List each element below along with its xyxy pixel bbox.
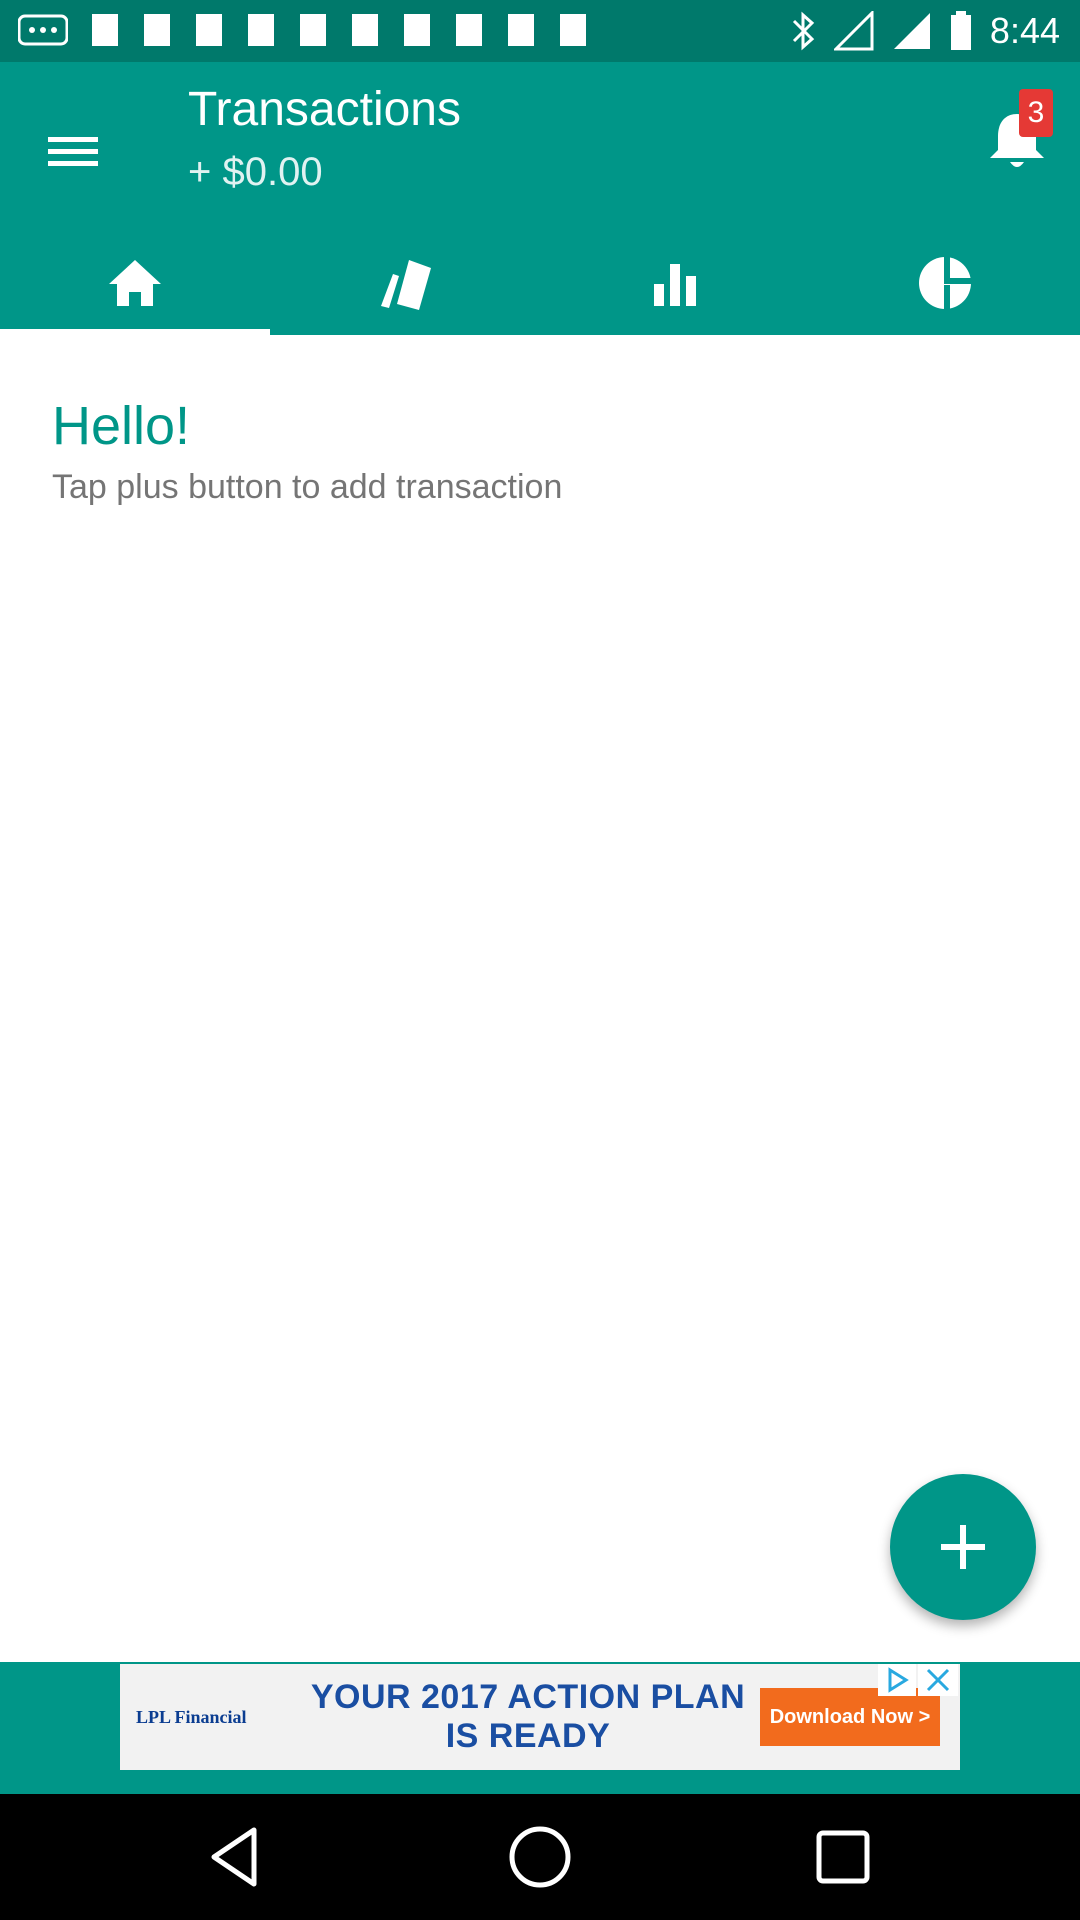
hamburger-menu-icon <box>48 137 98 166</box>
menu-button[interactable] <box>40 117 110 187</box>
back-triangle-icon <box>211 1827 257 1887</box>
status-system-icons: 8:44 <box>790 8 1060 54</box>
app-notification-icon <box>560 14 586 46</box>
recents-button[interactable] <box>808 1822 878 1892</box>
tab-home[interactable] <box>0 230 270 335</box>
battery-icon <box>950 11 971 50</box>
app-notification-icon <box>456 14 482 46</box>
status-time: 8:44 <box>989 10 1060 51</box>
back-button[interactable] <box>202 1822 272 1892</box>
ad-container: LPL Financial YOUR 2017 ACTION PLAN IS R… <box>0 1662 1080 1794</box>
balance-amount: + $0.00 <box>188 150 323 194</box>
home-circle-icon <box>509 1826 571 1888</box>
app-bar: Transactions + $0.00 3 <box>0 62 1080 335</box>
bar-chart-icon <box>654 263 696 306</box>
ad-headline: YOUR 2017 ACTION PLAN IS READY <box>310 1678 746 1755</box>
ad-choices-button[interactable] <box>878 1664 916 1696</box>
tab-budget[interactable] <box>810 230 1080 335</box>
bluetooth-icon <box>792 11 815 51</box>
ad-banner[interactable]: LPL Financial YOUR 2017 ACTION PLAN IS R… <box>120 1664 960 1770</box>
notification-count-badge: 3 <box>1019 89 1053 137</box>
home-icon <box>109 259 161 306</box>
page-title: Transactions <box>188 83 461 136</box>
status-bar: 8:44 <box>0 0 1080 62</box>
status-notification-icons <box>18 12 588 48</box>
app-notification-icon <box>300 14 326 46</box>
signal-off-icon <box>833 11 874 51</box>
app-notification-icon <box>196 14 222 46</box>
app-notification-icon <box>404 14 430 46</box>
app-notification-icon <box>508 14 534 46</box>
ad-close-button[interactable] <box>918 1664 958 1696</box>
ad-choices-icon <box>888 1667 909 1693</box>
ad-brand-logo: LPL Financial <box>136 1706 247 1727</box>
greeting-heading: Hello! <box>52 396 191 456</box>
recents-square-icon <box>816 1830 870 1884</box>
pie-chart-icon <box>919 254 973 311</box>
tab-cards[interactable] <box>270 230 540 335</box>
close-icon <box>926 1668 950 1692</box>
app-notification-icon <box>352 14 378 46</box>
app-notification-icon <box>92 14 118 46</box>
empty-state-hint: Tap plus button to add transaction <box>52 468 563 506</box>
plus-icon <box>941 1525 985 1569</box>
add-transaction-button[interactable] <box>890 1474 1036 1620</box>
signal-icon <box>893 13 930 49</box>
more-notifications-icon <box>18 14 68 46</box>
cards-icon <box>381 259 431 310</box>
app-notification-icon <box>144 14 170 46</box>
tab-statistics[interactable] <box>540 230 810 335</box>
app-notification-icon <box>248 14 274 46</box>
navigation-bar <box>0 1794 1080 1920</box>
home-button[interactable] <box>505 1822 575 1892</box>
tab-bar <box>0 230 1080 335</box>
ad-download-button[interactable]: Download Now > <box>760 1688 940 1746</box>
